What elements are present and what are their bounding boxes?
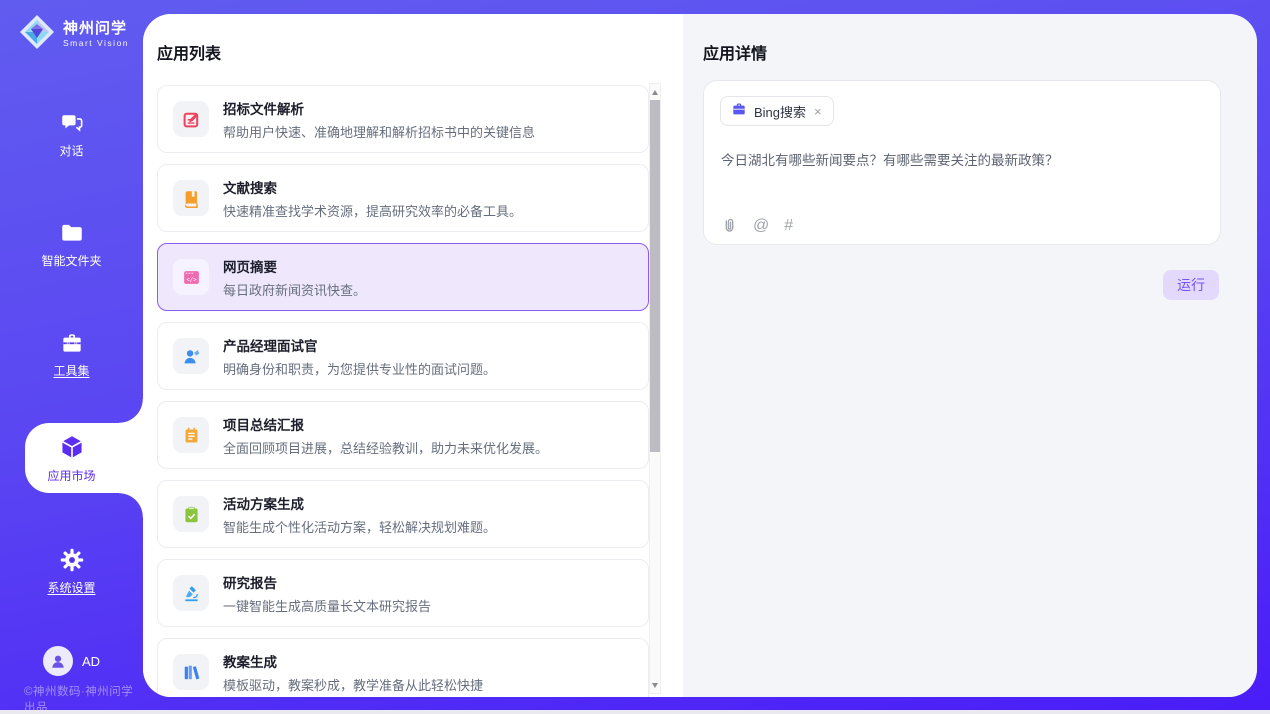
app-card-title: 招标文件解析 [223,98,535,118]
gear-icon [59,547,85,573]
app-card-text: 文献搜索快速精准查找学术资源，提高研究效率的必备工具。 [223,177,522,220]
scroll-down-icon[interactable] [650,678,660,692]
app-card-title: 教案生成 [223,651,483,671]
app-detail-pane: 应用详情 Bing搜索 × 今日湖北有哪些新闻要点？有哪些需要关注的最新政策？ … [683,14,1257,697]
chip-close-icon[interactable]: × [813,104,823,119]
research-icon [173,575,209,611]
app-card-description: 帮助用户快速、准确地理解和解析招标书中的关键信息 [223,122,535,141]
folder-icon [59,220,85,246]
prompt-text[interactable]: 今日湖北有哪些新闻要点？有哪些需要关注的最新政策？ [721,151,1202,171]
bottom-edge-strip [0,710,1270,714]
app-card-description: 智能生成个性化活动方案，轻松解决规划难题。 [223,517,496,536]
app-card-title: 研究报告 [223,572,431,592]
app-card-text: 招标文件解析帮助用户快速、准确地理解和解析招标书中的关键信息 [223,98,535,141]
user-account[interactable]: AD [0,646,143,676]
sidebar-item-cube[interactable]: 应用市场 [0,423,143,493]
sidebar-item-label: 应用市场 [47,467,95,484]
attachment-toolbar: @ # [721,217,793,234]
books-icon [173,654,209,690]
sidebar-item-folder[interactable]: 智能文件夹 [0,215,143,273]
app-card[interactable]: 产品经理面试官明确身份和职责，为您提供专业性的面试问题。 [157,322,649,390]
app-card-list: 招标文件解析帮助用户快速、准确地理解和解析招标书中的关键信息文献搜索快速精准查找… [157,85,649,697]
scrollbar[interactable] [649,83,661,694]
sidebar-item-gear[interactable]: 系统设置 [0,542,143,600]
app-card[interactable]: 活动方案生成智能生成个性化活动方案，轻松解决规划难题。 [157,480,649,548]
book-icon [173,180,209,216]
hash-icon[interactable]: # [784,218,793,234]
tab-notch-top [119,399,143,423]
app-card-text: 教案生成模板驱动，教案秒成，教学准备从此轻松快捷 [223,651,483,694]
app-card[interactable]: </> 网页摘要每日政府新闻资讯快查。 [157,243,649,311]
app-list-pane: 应用列表 招标文件解析帮助用户快速、准确地理解和解析招标书中的关键信息文献搜索快… [143,14,683,697]
sidebar-item-toolbox[interactable]: 工具集 [0,325,143,383]
clipboard-check-icon [173,496,209,532]
tab-notch-bottom [119,493,143,517]
prompt-card: Bing搜索 × 今日湖北有哪些新闻要点？有哪些需要关注的最新政策？ @ # [703,80,1221,245]
notepad-icon [173,417,209,453]
app-card-text: 项目总结汇报全面回顾项目进展，总结经验教训，助力未来优化发展。 [223,414,548,457]
sidebar-item-label: 系统设置 [47,579,95,596]
user-initials: AD [82,654,100,669]
app-card[interactable]: 项目总结汇报全面回顾项目进展，总结经验教训，助力未来优化发展。 [157,401,649,469]
app-card[interactable]: 研究报告一键智能生成高质量长文本研究报告 [157,559,649,627]
sidebar-item-chat[interactable]: 对话 [0,105,143,163]
app-card-title: 文献搜索 [223,177,522,197]
brand-logo: 神州问学 Smart Vision [18,13,129,56]
app-card-description: 一键智能生成高质量长文本研究报告 [223,596,431,615]
paperclip-icon[interactable] [721,217,738,234]
app-card-text: 网页摘要每日政府新闻资讯快查。 [223,256,366,299]
browser-code-icon: </> [173,259,209,295]
sidebar-item-label: 智能文件夹 [41,252,101,269]
app-card[interactable]: 招标文件解析帮助用户快速、准确地理解和解析招标书中的关键信息 [157,85,649,153]
app-card-text: 研究报告一键智能生成高质量长文本研究报告 [223,572,431,615]
sidebar-item-label: 工具集 [53,362,89,379]
app-card-description: 模板驱动，教案秒成，教学准备从此轻松快捷 [223,675,483,694]
app-card-text: 产品经理面试官明确身份和职责，为您提供专业性的面试问题。 [223,335,496,378]
toolbox-icon [59,330,85,356]
app-card-title: 产品经理面试官 [223,335,496,355]
app-card-description: 全面回顾项目进展，总结经验教训，助力未来优化发展。 [223,438,548,457]
chat-icon [59,110,85,136]
scroll-up-icon[interactable] [650,85,660,99]
sidebar: 神州问学 Smart Vision 对话智能文件夹工具集应用市场系统设置 AD … [0,0,143,714]
tool-chip-bing-search[interactable]: Bing搜索 × [720,96,834,126]
briefcase-icon [731,101,747,122]
avatar [43,646,73,676]
app-card[interactable]: 教案生成模板驱动，教案秒成，教学准备从此轻松快捷 [157,638,649,697]
app-card[interactable]: 文献搜索快速精准查找学术资源，提高研究效率的必备工具。 [157,164,649,232]
sidebar-item-label: 对话 [59,142,83,159]
tool-chip-label: Bing搜索 [754,102,806,121]
diamond-logo-icon [18,13,56,56]
run-button[interactable]: 运行 [1163,270,1219,300]
at-mention-icon[interactable]: @ [753,218,769,234]
scrollbar-thumb[interactable] [650,100,660,452]
app-card-description: 明确身份和职责，为您提供专业性的面试问题。 [223,359,496,378]
app-card-description: 快速精准查找学术资源，提高研究效率的必备工具。 [223,201,522,220]
app-card-text: 活动方案生成智能生成个性化活动方案，轻松解决规划难题。 [223,493,496,536]
app-card-description: 每日政府新闻资讯快查。 [223,280,366,299]
main-panel: 应用列表 招标文件解析帮助用户快速、准确地理解和解析招标书中的关键信息文献搜索快… [143,14,1257,697]
svg-text:</>: </> [186,277,197,283]
brand-subtitle: Smart Vision [63,39,129,48]
app-card-title: 网页摘要 [223,256,366,276]
app-list-title: 应用列表 [157,40,221,64]
brand-name: 神州问学 [63,21,129,37]
cube-icon [58,433,86,461]
interviewer-icon [173,338,209,374]
app-detail-title: 应用详情 [703,40,767,64]
document-edit-icon [173,101,209,137]
app-card-title: 活动方案生成 [223,493,496,513]
app-card-title: 项目总结汇报 [223,414,548,434]
